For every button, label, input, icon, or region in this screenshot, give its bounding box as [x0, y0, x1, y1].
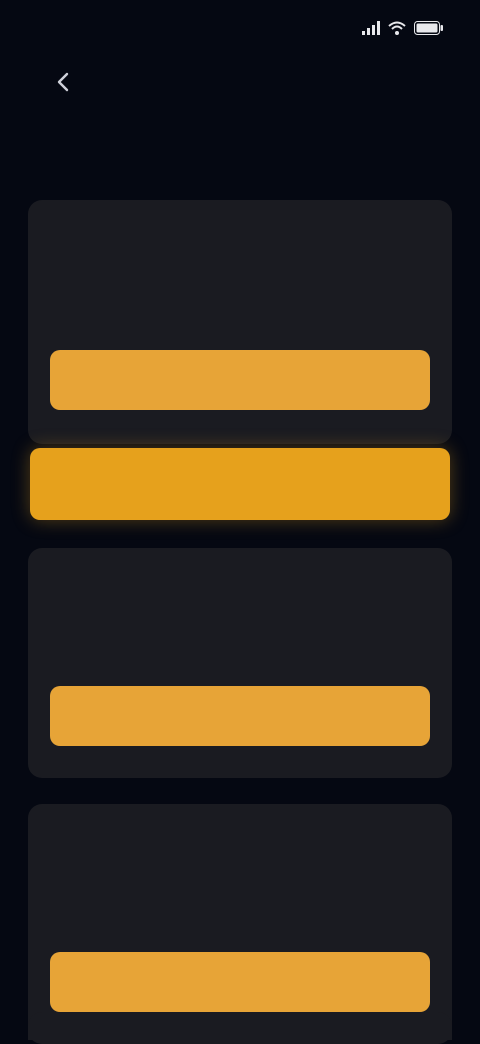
wifi-icon: [388, 21, 406, 35]
plan-list: [28, 200, 452, 1044]
plan-card-2: [28, 548, 452, 778]
select-plan-button-2[interactable]: [50, 686, 430, 746]
status-bar: [0, 0, 480, 56]
select-plan-button-3[interactable]: [50, 952, 430, 1012]
arrow-left-icon: [53, 71, 75, 98]
plan-card-1: [28, 200, 452, 444]
plan-card-3: [28, 804, 452, 1044]
next-card-edge: [28, 1012, 452, 1040]
status-icons: [362, 21, 444, 35]
battery-icon: [414, 21, 444, 35]
recommended-banner[interactable]: [30, 448, 450, 520]
select-plan-button-1[interactable]: [50, 350, 430, 410]
signal-icon: [362, 21, 380, 35]
back-button[interactable]: [44, 64, 84, 104]
